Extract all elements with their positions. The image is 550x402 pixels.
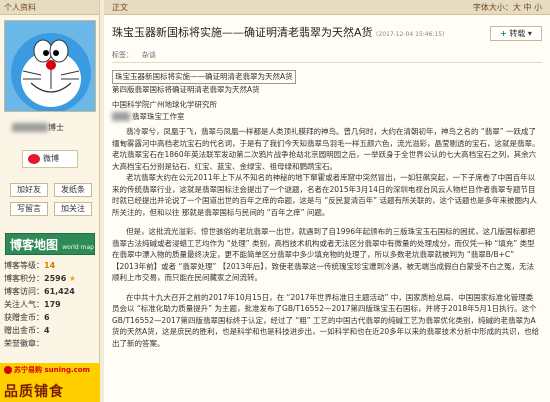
suning-brand: 苏宁易购 suning.com [4,365,90,375]
article-body: 珠宝玉器新国标将实施——确证明清老翡翠为天然A货 第四版翡翠国标将确证明清老翡翠… [112,70,540,349]
stat-badges: 荣誉徽章： [4,339,44,348]
tags-row: 标签： 杂谈 [112,51,156,59]
tag-link[interactable]: 杂谈 [142,51,156,59]
article-topbar: 正文 字体大小：大 中 小 [104,0,550,15]
doraemon-avatar-icon [5,21,95,111]
chevron-down-icon: ▾ [527,29,532,38]
blog-map-sub: world map [62,244,94,251]
paragraph-1: 翡冷翠兮，凤凰于飞，翡翠与凤凰一样都是人类顶礼膜拜的神鸟。曾几何时，大约在清朝初… [112,127,540,171]
write-message-button[interactable]: 写留言 [10,202,48,216]
profile-header: 个人资料 [0,0,99,15]
username-blurred [12,123,48,132]
tab-content[interactable]: 正文 [112,3,128,12]
add-friend-button[interactable]: 加好友 [10,183,48,197]
ad-slogan: 品质铺食 [4,384,64,400]
stat-followers: 关注人气：179 [4,300,61,309]
org-line-2: 翡翠珠宝工作室 [112,111,540,123]
send-note-button[interactable]: 发纸条 [54,183,92,197]
username-suffix: 博士 [48,123,64,132]
weibo-icon [28,154,40,164]
article-date: (2017-12-04 15:46:15) [376,31,445,38]
article-panel: 正文 字体大小：大 中 小 珠宝玉器新国标将实施——确证明清老翡翠为天然A货 (… [104,0,550,402]
stat-visits: 博客访问：61,424 [4,287,75,296]
paragraph-4: 在中共十九大召开之前的2017年10月15日，在 “2017年世界标准日主题活动… [112,292,540,348]
weibo-button[interactable]: 微博 [22,150,78,168]
blog-map-title: 博客地图 [10,238,59,252]
paragraph-2: 老坑翡翠大约在公元2011年上下从不知名的神秘的地下窜霍或者库窟中突然冒出，一如… [112,173,538,217]
add-follow-button[interactable]: 加关注 [54,202,92,216]
paragraph-3: 但是，这批流光溢彩、惊世骇俗的老坑翡翠一出世，就遇到了自1996年起颁布的三版珠… [112,227,536,282]
share-button[interactable]: + 转载 ▾ [490,26,542,41]
stat-level: 博客等级：14 [4,261,56,270]
plus-icon: + [500,29,507,38]
org-line-1: 中国科学院广州地球化学研究所 [112,100,217,109]
stat-coins-given: 赠出金币：4 [4,326,50,335]
weibo-label: 微博 [43,154,59,163]
blog-stats: 博客等级：14 博客积分：2596 ★ 博客访问：61,424 关注人气：179… [4,259,98,350]
avatar[interactable] [4,20,96,112]
font-size-controls[interactable]: 字体大小：大 中 小 [473,0,542,15]
star-icon: ★ [68,274,76,283]
article-title: 珠宝玉器新国标将实施——确证明清老翡翠为天然A货 (2017-12-04 15:… [112,26,445,39]
article-subheading: 第四版翡翠国标将确证明清老翡翠为天然A货 [112,84,260,94]
suning-ad[interactable]: 苏宁易购 suning.com 品质铺食 [0,363,100,402]
stat-points: 博客积分：2596 ★ [4,274,76,283]
divider [112,62,542,63]
blog-map-banner[interactable]: 博客地图 world map [5,233,95,255]
article-quote-line: 珠宝玉器新国标将实施——确证明清老翡翠为天然A货 [112,70,296,84]
profile-sidebar: 个人资料 博士 微博 加好友 发纸条 写留言 加关注 博客地图 world ma… [0,0,100,402]
stat-coins-received: 获赠金币：6 [4,313,50,322]
suning-logo-icon [4,366,12,374]
username[interactable]: 博士 [4,116,96,140]
